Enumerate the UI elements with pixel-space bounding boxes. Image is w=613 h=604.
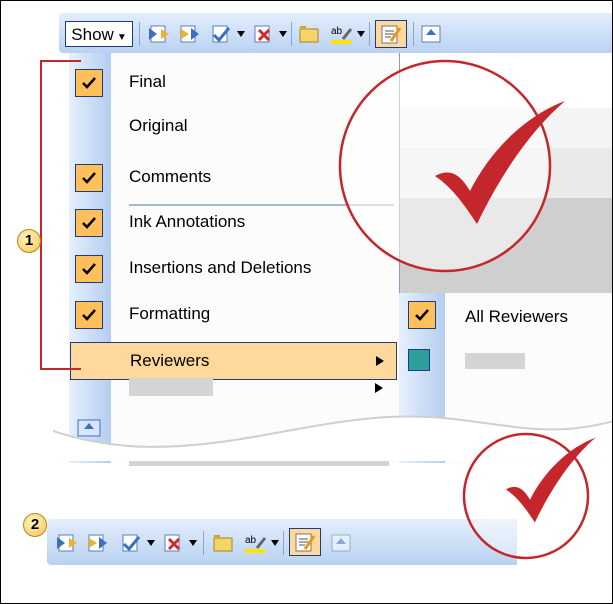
screenshot-cutout: Show ▼ ab Final Original Comments Ink An… bbox=[53, 1, 612, 466]
chevron-down-icon[interactable] bbox=[189, 540, 197, 546]
svg-text:ab: ab bbox=[245, 535, 257, 546]
track-changes-icon bbox=[295, 533, 316, 552]
previous-change-icon[interactable] bbox=[55, 532, 79, 554]
reviewing-pane-icon[interactable] bbox=[329, 532, 353, 554]
torn-edge-overlay bbox=[53, 59, 612, 461]
checkmark-icon bbox=[505, 437, 596, 523]
highlight-icon[interactable]: ab bbox=[243, 532, 267, 554]
chevron-down-icon[interactable] bbox=[271, 540, 279, 546]
illustration-frame: Show ▼ ab Final Original Comments Ink An… bbox=[0, 0, 613, 604]
toolbar-separator bbox=[203, 531, 204, 555]
checkmark-icon bbox=[435, 101, 565, 224]
reviewing-toolbar-bottom: ab bbox=[47, 519, 517, 565]
callout-number-2: 2 bbox=[23, 513, 47, 537]
new-comment-icon[interactable] bbox=[211, 532, 235, 554]
reject-change-icon[interactable] bbox=[161, 532, 185, 554]
chevron-down-icon[interactable] bbox=[147, 540, 155, 546]
toolbar-separator bbox=[283, 531, 284, 555]
callout-bracket bbox=[40, 60, 81, 370]
accept-change-icon[interactable] bbox=[119, 532, 143, 554]
track-changes-button[interactable] bbox=[289, 528, 321, 556]
next-change-icon[interactable] bbox=[85, 532, 109, 554]
callout-number-1: 1 bbox=[17, 229, 41, 253]
